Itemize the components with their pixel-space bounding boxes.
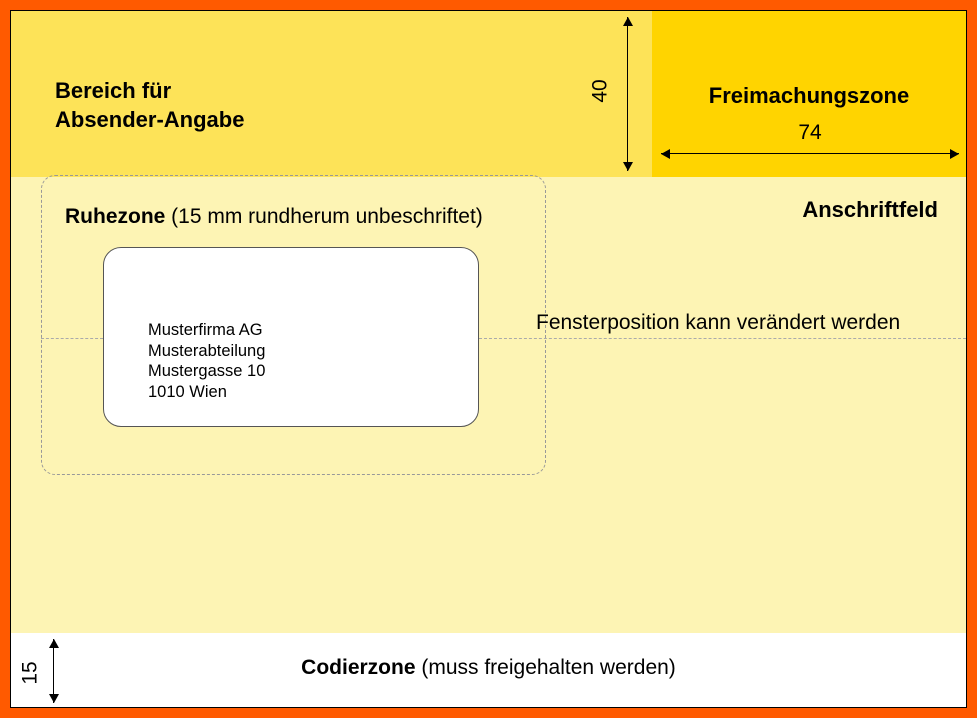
dimension-value-74: 74 — [661, 121, 959, 145]
window-centerline-right — [479, 338, 966, 339]
dimension-line-74 — [661, 153, 959, 154]
address-line-2: Musterabteilung — [148, 341, 265, 362]
codierzone-label: Codierzone (muss freigehalten werden) — [11, 656, 966, 680]
sender-zone-label: Bereich für Absender-Angabe — [55, 77, 244, 134]
envelope-window: Musterfirma AG Musterabteilung Mustergas… — [103, 247, 479, 427]
window-centerline-left — [41, 338, 103, 339]
dimension-line-40 — [627, 17, 628, 171]
dimension-line-15 — [53, 639, 54, 703]
envelope-layout-diagram: Bereich für Absender-Angabe Freimachungs… — [10, 10, 967, 708]
address-line-1: Musterfirma AG — [148, 320, 265, 341]
dimension-value-15: 15 — [19, 661, 43, 684]
address-line-3: Mustergasse 10 — [148, 361, 265, 382]
franking-zone-label: Freimachungszone — [652, 83, 966, 109]
codierzone-label-bold: Codierzone — [301, 656, 415, 679]
window-address: Musterfirma AG Musterabteilung Mustergas… — [148, 320, 265, 403]
dimension-value-40: 40 — [589, 79, 613, 102]
address-line-4: 1010 Wien — [148, 382, 265, 403]
window-position-note: Fensterposition kann verändert werden — [536, 311, 900, 335]
address-field-label: Anschriftfeld — [802, 197, 938, 223]
codierzone-label-rest: (muss freigehalten werden) — [416, 656, 676, 679]
ruhezone-label-bold: Ruhezone — [65, 205, 165, 228]
ruhezone-label: Ruhezone (15 mm rundherum unbeschriftet) — [65, 205, 483, 229]
ruhezone-label-rest: (15 mm rundherum unbeschriftet) — [165, 205, 482, 228]
